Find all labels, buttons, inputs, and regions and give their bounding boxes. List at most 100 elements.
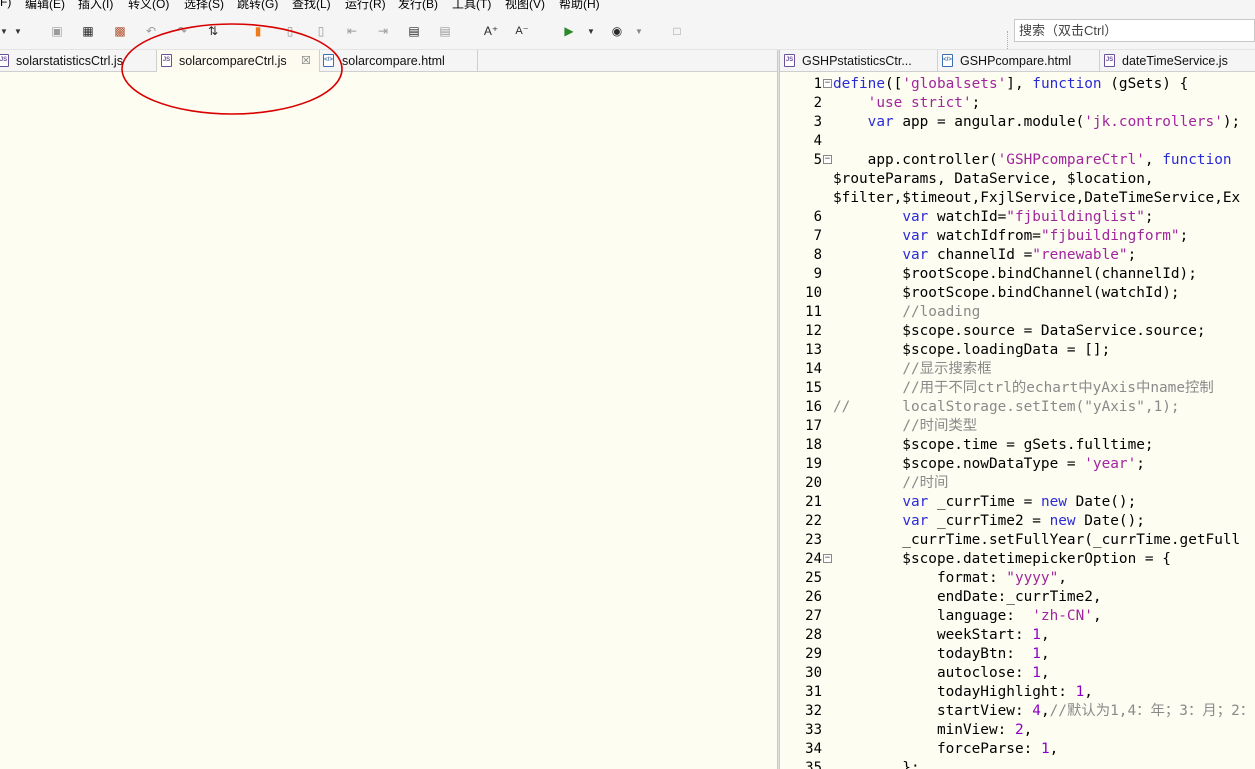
code-line[interactable]: $routeParams, DataService, $location,: [780, 170, 1255, 189]
uncomment-icon[interactable]: ▤: [437, 23, 453, 39]
tab-solarcompare-html[interactable]: </> solarcompare.html: [320, 50, 478, 72]
code-text: define(['globalsets'], function (gSets) …: [833, 76, 1189, 92]
undo-icon[interactable]: ↶: [143, 23, 159, 39]
code-line[interactable]: 9 $rootScope.bindChannel(channelId);: [780, 265, 1255, 284]
code-line[interactable]: 30 autoclose: 1,: [780, 664, 1255, 683]
code-line[interactable]: 25 format: "yyyy",: [780, 569, 1255, 588]
code-line[interactable]: 26 endDate:_currTime2,: [780, 588, 1255, 607]
code-line[interactable]: 10 $rootScope.bindChannel(watchId);: [780, 284, 1255, 303]
code-text: var app = angular.module('jk.controllers…: [867, 114, 1241, 130]
menu-item-tools[interactable]: 工具(T): [452, 0, 491, 12]
format-code-icon[interactable]: ⇅: [205, 23, 221, 39]
toolbar-new-dropdown-arrow[interactable]: ▼: [0, 24, 8, 40]
code-line[interactable]: 4: [780, 132, 1255, 151]
tab-label: solarcompareCtrl.js: [179, 54, 287, 68]
line-number: 15: [805, 380, 822, 396]
font-increase-icon[interactable]: A⁺: [483, 23, 499, 39]
menu-item-select[interactable]: 选择(S): [184, 0, 224, 12]
code-line[interactable]: 22 var _currTime2 = new Date();: [780, 512, 1255, 531]
code-line[interactable]: 13 $scope.loadingData = [];: [780, 341, 1255, 360]
fold-toggle-icon[interactable]: −: [823, 79, 832, 88]
code-line[interactable]: 15 //用于不同ctrl的echart中yAxis中name控制: [780, 379, 1255, 398]
code-line[interactable]: 14 //显示搜索框: [780, 360, 1255, 379]
indent-left-icon[interactable]: ⇤: [344, 23, 360, 39]
close-tab-icon[interactable]: ☒: [301, 50, 311, 72]
code-line[interactable]: 34 forceParse: 1,: [780, 740, 1255, 759]
menu-item-goto[interactable]: 跳转(G): [237, 0, 278, 12]
browser-dropdown-arrow-icon[interactable]: ▼: [635, 24, 643, 40]
code-line[interactable]: 31 todayHighlight: 1,: [780, 683, 1255, 702]
bookmark-next-icon[interactable]: ▯: [282, 23, 298, 39]
code-line[interactable]: 16 // localStorage.setItem("yAxis",1);: [780, 398, 1255, 417]
code-line[interactable]: 24− $scope.datetimepickerOption = {: [780, 550, 1255, 569]
code-line[interactable]: 27 language: 'zh-CN',: [780, 607, 1255, 626]
tab-gshpcompare-html[interactable]: </> GSHPcompare.html: [938, 50, 1100, 72]
code-text: minView: 2,: [833, 722, 1033, 738]
code-line[interactable]: 3 var app = angular.module('jk.controlle…: [780, 113, 1255, 132]
menu-item-run[interactable]: 运行(R): [345, 0, 386, 12]
code-line[interactable]: 35 };: [780, 759, 1255, 769]
right-editor-pane[interactable]: 1− define(['globalsets'], function (gSets…: [780, 72, 1255, 769]
bookmark-icon[interactable]: ▮: [250, 23, 266, 39]
comment-icon[interactable]: ▤: [406, 23, 422, 39]
tab-datetimeservice[interactable]: JS dateTimeService.js: [1100, 50, 1255, 72]
menu-item-convert[interactable]: 转义(O): [128, 0, 169, 12]
code-line[interactable]: 8 var channelId ="renewable";: [780, 246, 1255, 265]
line-number: 32: [805, 703, 822, 719]
line-number: 14: [805, 361, 822, 377]
run-icon[interactable]: ▶: [561, 23, 577, 39]
code-line[interactable]: 11 //loading: [780, 303, 1255, 322]
code-line[interactable]: 1− define(['globalsets'], function (gSets…: [780, 75, 1255, 94]
redo-icon[interactable]: ↷: [174, 23, 190, 39]
run-dropdown-arrow-icon[interactable]: ▼: [587, 24, 595, 40]
code-line[interactable]: 5− app.controller('GSHPcompareCtrl', fun…: [780, 151, 1255, 170]
line-number: 11: [805, 304, 822, 320]
code-line[interactable]: 2 'use strict';: [780, 94, 1255, 113]
code-text: weekStart: 1,: [833, 627, 1050, 643]
tab-label: GSHPcompare.html: [960, 54, 1072, 68]
save-all-icon[interactable]: ▦: [80, 23, 96, 39]
menu-item-insert[interactable]: 插入(I): [78, 0, 113, 12]
code-line[interactable]: 28 weekStart: 1,: [780, 626, 1255, 645]
save-icon[interactable]: ▣: [49, 23, 65, 39]
fold-toggle-icon[interactable]: −: [823, 155, 832, 164]
browser-icon[interactable]: ◉: [609, 23, 625, 39]
code-line[interactable]: $filter,$timeout,FxjlService,DateTimeSer…: [780, 189, 1255, 208]
close-file-icon[interactable]: ▩: [112, 23, 128, 39]
code-line[interactable]: 33 minView: 2,: [780, 721, 1255, 740]
code-line[interactable]: 20 //时间: [780, 474, 1255, 493]
fold-toggle-icon[interactable]: −: [823, 554, 832, 563]
font-decrease-icon[interactable]: A⁻: [514, 23, 530, 39]
line-number: 26: [805, 589, 822, 605]
code-line[interactable]: 21 var _currTime = new Date();: [780, 493, 1255, 512]
search-input[interactable]: 搜索（双击Ctrl）: [1014, 19, 1255, 42]
preview-icon[interactable]: □: [669, 23, 685, 39]
line-number: 34: [805, 741, 822, 757]
chevron-down-icon[interactable]: ▼: [14, 24, 22, 40]
menu-item-edit[interactable]: 编辑(E): [25, 0, 65, 12]
tab-solarstatisticsctrl[interactable]: JS solarstatisticsCtrl.js: [0, 50, 157, 72]
code-view[interactable]: 1− define(['globalsets'], function (gSets…: [780, 75, 1255, 769]
code-line[interactable]: 6 var watchId="fjbuildinglist";: [780, 208, 1255, 227]
menu-item-view[interactable]: 视图(V): [505, 0, 545, 12]
menu-item-help[interactable]: 帮助(H): [559, 0, 600, 12]
tab-solarcomparectrl[interactable]: JS solarcompareCtrl.js ☒: [157, 50, 320, 72]
code-line[interactable]: 32 startView: 4,//默认为1,4：年；3：月；2：日: [780, 702, 1255, 721]
code-text: $scope.loadingData = [];: [833, 342, 1111, 358]
bookmark-clear-icon[interactable]: ▯: [313, 23, 329, 39]
code-line[interactable]: 17 //时间类型: [780, 417, 1255, 436]
left-editor-pane[interactable]: [0, 72, 777, 769]
code-line[interactable]: 7 var watchIdfrom="fjbuildingform";: [780, 227, 1255, 246]
menu-item-publish[interactable]: 发行(B): [398, 0, 438, 12]
code-text: language: 'zh-CN',: [833, 608, 1102, 624]
code-line[interactable]: 29 todayBtn: 1,: [780, 645, 1255, 664]
tab-gshpstatisticsctrl[interactable]: JS GSHPstatisticsCtr...: [780, 50, 938, 72]
code-line[interactable]: 18 $scope.time = gSets.fulltime;: [780, 436, 1255, 455]
indent-right-icon[interactable]: ⇥: [375, 23, 391, 39]
menu-item-find[interactable]: 查找(L): [292, 0, 331, 12]
code-line[interactable]: 23 _currTime.setFullYear(_currTime.getFu…: [780, 531, 1255, 550]
code-line[interactable]: 12 $scope.source = DataService.source;: [780, 322, 1255, 341]
code-text: $routeParams, DataService, $location,: [833, 171, 1154, 187]
menu-item-file[interactable]: F): [0, 0, 11, 9]
code-line[interactable]: 19 $scope.nowDataType = 'year';: [780, 455, 1255, 474]
